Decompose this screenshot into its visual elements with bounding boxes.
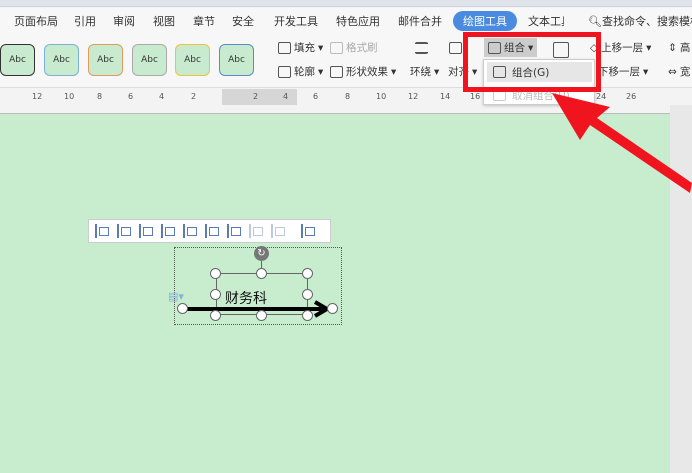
resize-handle[interactable] xyxy=(302,289,313,300)
resize-handle[interactable] xyxy=(210,268,221,279)
wrap-button[interactable]: 环绕 ▾ xyxy=(410,64,439,79)
tab-developer[interactable]: 开发工具 xyxy=(274,13,318,29)
shape-effects-button[interactable]: 形状效果 ▾ xyxy=(330,64,396,79)
tab-references[interactable]: 引用 xyxy=(74,13,96,29)
align-top-icon[interactable] xyxy=(161,224,177,238)
width-field[interactable]: ⇔ 宽 xyxy=(668,64,690,79)
layout-options-icon[interactable]: ▤▾ xyxy=(168,290,184,303)
rotate-handle-icon[interactable]: ↻ xyxy=(254,246,269,261)
align-right-icon[interactable] xyxy=(139,224,155,238)
align-center-icon[interactable] xyxy=(117,224,133,238)
distribute-vertical-icon[interactable] xyxy=(271,224,287,238)
height-icon: ⇕ xyxy=(668,41,677,54)
style-sample[interactable]: Abc xyxy=(88,44,123,76)
arrow-handle[interactable] xyxy=(177,303,188,314)
resize-handle[interactable] xyxy=(210,289,221,300)
resize-handle[interactable] xyxy=(302,310,313,321)
style-sample[interactable]: Abc xyxy=(44,44,79,76)
style-sample[interactable]: Abc xyxy=(175,44,210,76)
style-sample[interactable]: Abc xyxy=(0,44,35,76)
resize-handle[interactable] xyxy=(256,310,267,321)
tab-special[interactable]: 特色应用 xyxy=(336,13,380,29)
distribute-icon[interactable] xyxy=(227,224,243,238)
effects-icon xyxy=(330,65,343,78)
distribute-horizontal-icon[interactable] xyxy=(249,224,265,238)
align-left-icon[interactable] xyxy=(95,224,111,238)
style-sample[interactable]: Abc xyxy=(219,44,254,76)
red-arrow-annotation xyxy=(552,93,692,193)
outline-button[interactable]: 轮廓 ▾ xyxy=(278,64,323,79)
tab-security[interactable]: 安全 xyxy=(232,13,254,29)
arrow-handle[interactable] xyxy=(327,303,338,314)
format-painter-button[interactable]: 格式刷 xyxy=(330,40,378,55)
group-icon[interactable] xyxy=(301,224,317,238)
tab-chapter[interactable]: 章节 xyxy=(193,13,215,29)
align-middle-icon[interactable] xyxy=(183,224,199,238)
highlight-box xyxy=(463,32,601,92)
tab-text-tools[interactable]: 文本工具 xyxy=(528,13,564,29)
tab-view[interactable]: 视图 xyxy=(153,13,175,29)
align-icon xyxy=(449,42,462,54)
tab-review[interactable]: 审阅 xyxy=(113,13,135,29)
send-backward-button[interactable]: 下移一层 ▾ xyxy=(598,64,648,79)
width-icon: ⇔ xyxy=(668,65,677,78)
tab-mail-merge[interactable]: 邮件合并 xyxy=(398,13,442,29)
align-bottom-icon[interactable] xyxy=(205,224,221,238)
fill-button[interactable]: 填充 ▾ xyxy=(278,40,323,55)
alignment-toolbar xyxy=(88,219,331,243)
search-box[interactable]: 🔍︎查找命令、搜索模板 xyxy=(588,13,692,29)
resize-handle[interactable] xyxy=(210,310,221,321)
height-field[interactable]: ⇕ 高 xyxy=(668,40,690,55)
resize-handle[interactable] xyxy=(256,268,267,279)
search-icon: 🔍︎ xyxy=(588,15,602,28)
window-tab-strip xyxy=(0,0,692,7)
outline-icon xyxy=(278,65,291,78)
menu-tabs: 页面布局 引用 审阅 视图 章节 安全 开发工具 特色应用 邮件合并 绘图工具 … xyxy=(0,8,692,34)
fill-icon xyxy=(278,41,291,54)
tab-page-layout[interactable]: 页面布局 xyxy=(14,13,58,29)
brush-icon xyxy=(330,41,343,54)
style-sample[interactable]: Abc xyxy=(132,44,167,76)
resize-handle[interactable] xyxy=(302,268,313,279)
wrap-icon xyxy=(415,42,428,54)
tab-drawing-tools[interactable]: 绘图工具 xyxy=(453,11,517,31)
